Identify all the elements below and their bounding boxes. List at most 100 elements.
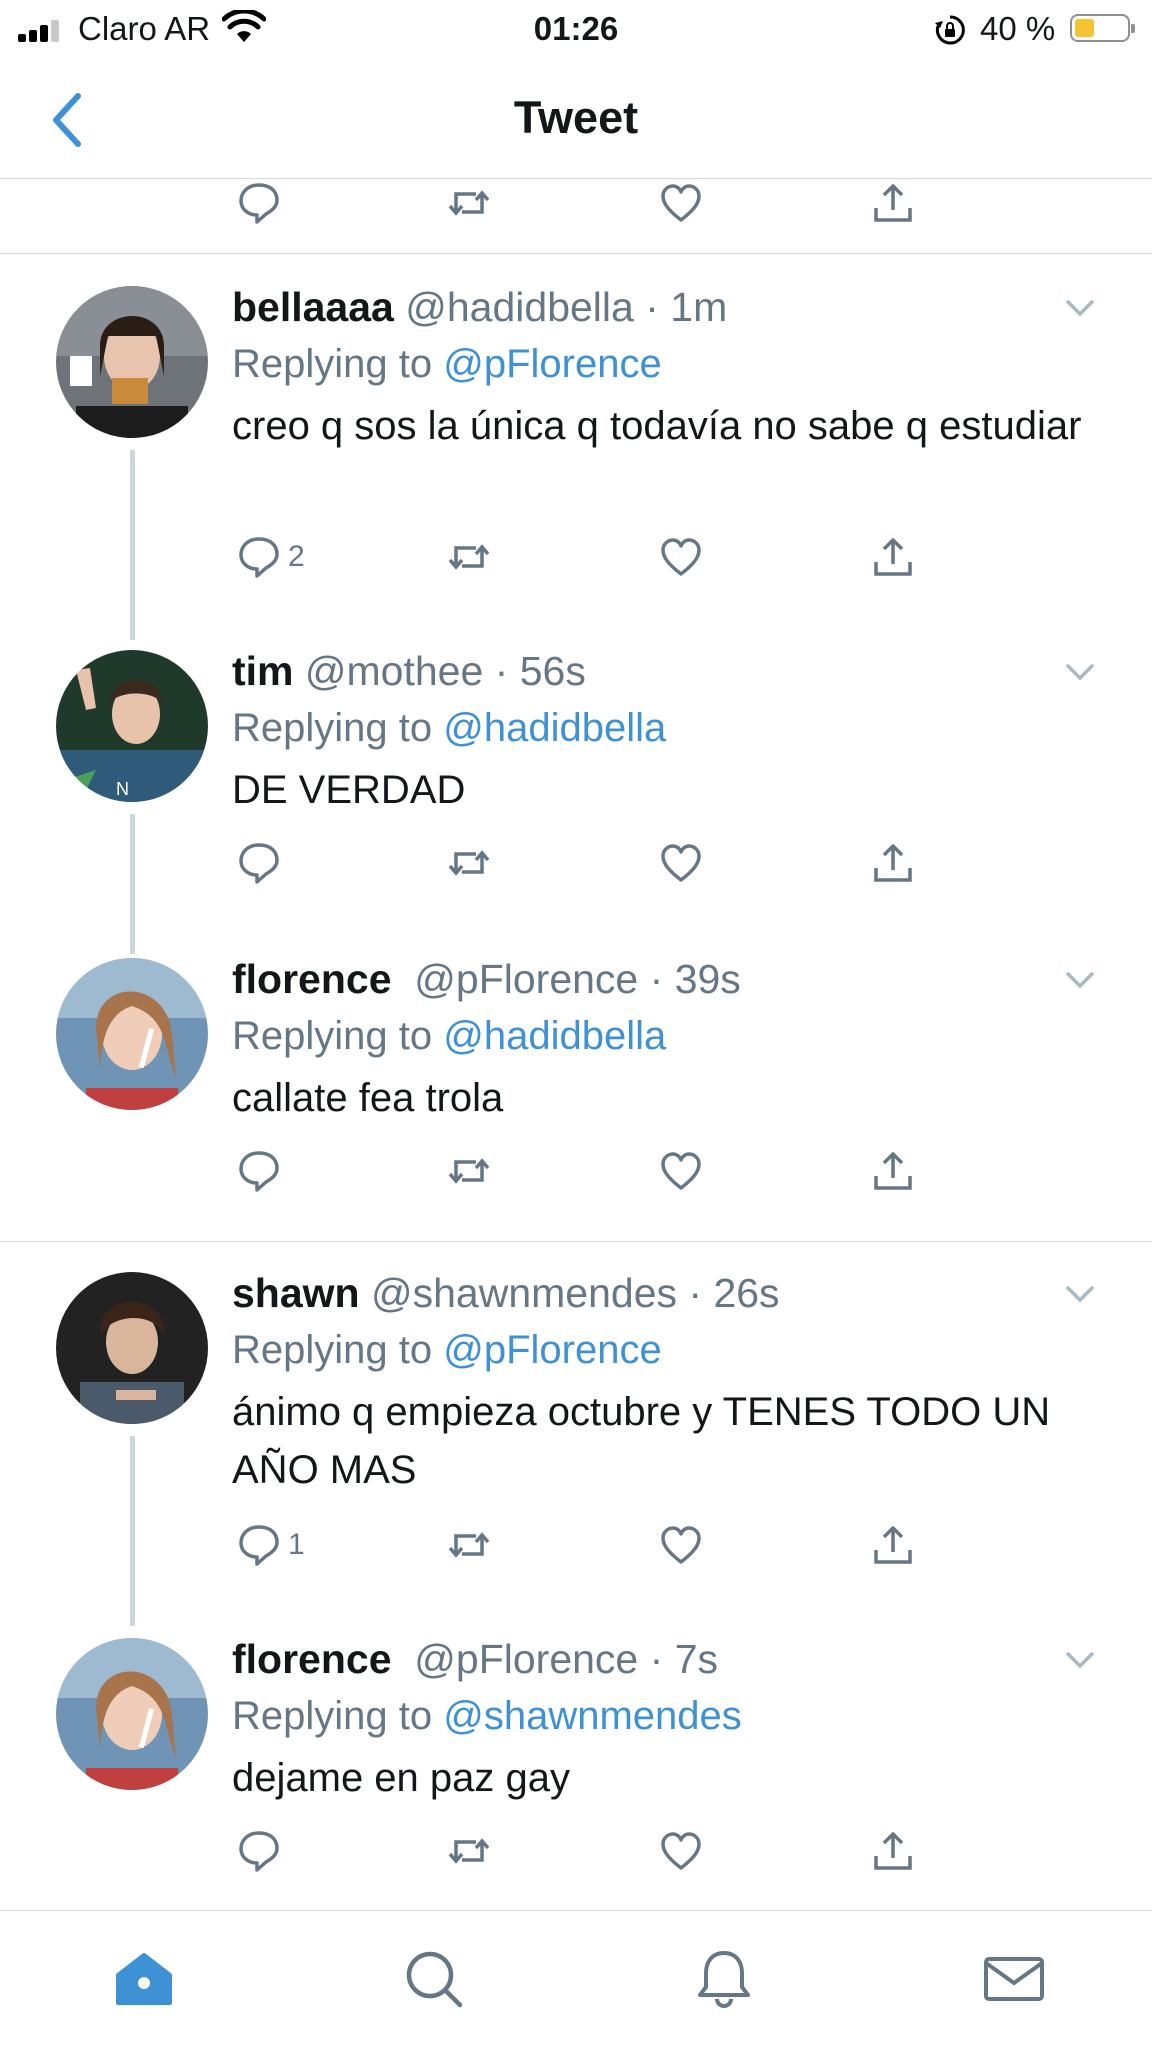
reply-button[interactable]	[236, 1828, 282, 1874]
tweet[interactable]: bellaaaa @hadidbella · 1m Replying to @p…	[0, 254, 1152, 640]
chevron-down-icon[interactable]	[1060, 652, 1100, 692]
share-icon	[870, 1148, 916, 1194]
chevron-down-icon[interactable]	[1060, 1640, 1100, 1680]
like-button[interactable]	[658, 840, 704, 886]
handle[interactable]: @shawnmendes	[371, 1270, 677, 1316]
like-button[interactable]	[658, 1148, 704, 1194]
share-button[interactable]	[870, 840, 916, 886]
status-bar: Claro AR 01:26 40 %	[0, 0, 1152, 60]
tweet-actions	[0, 1148, 1152, 1242]
retweet-icon	[446, 180, 492, 226]
like-button[interactable]	[658, 534, 704, 580]
home-icon	[116, 1953, 172, 2005]
chevron-down-icon[interactable]	[1060, 1274, 1100, 1314]
tweet-text: ánimo q empieza octubre y TENES TODO UN …	[232, 1390, 1051, 1492]
heart-icon	[658, 1148, 704, 1194]
share-icon	[870, 840, 916, 886]
battery-icon	[1070, 14, 1135, 42]
handle[interactable]: @hadidbella	[405, 284, 634, 330]
retweet-icon	[446, 534, 492, 580]
handle[interactable]: @pFlorence	[414, 1636, 638, 1682]
mail-icon	[984, 1957, 1044, 2001]
tweet-actions	[0, 840, 1152, 928]
display-name[interactable]: bellaaaa	[232, 284, 394, 330]
rotation-lock-icon	[934, 14, 966, 51]
tab-notifications[interactable]	[692, 1947, 756, 2011]
tweet[interactable]: florence @pFlorence · 7s Replying to @sh…	[0, 1608, 1152, 1828]
chevron-down-icon[interactable]	[1060, 288, 1100, 328]
mention-link[interactable]: @hadidbella	[443, 1014, 666, 1058]
tweet-header: shawn @shawnmendes · 26s	[232, 1270, 780, 1316]
retweet-button[interactable]	[446, 840, 492, 886]
retweet-icon	[446, 1522, 492, 1568]
share-button[interactable]	[870, 1828, 916, 1874]
share-button[interactable]	[870, 1522, 916, 1568]
heart-icon	[658, 1828, 704, 1874]
reply-button[interactable]	[236, 180, 282, 226]
tab-messages[interactable]	[982, 1947, 1046, 2011]
display-name[interactable]: shawn	[232, 1270, 360, 1316]
mention-link[interactable]: @hadidbella	[443, 706, 666, 750]
retweet-button[interactable]	[446, 1828, 492, 1874]
share-icon	[870, 1828, 916, 1874]
avatar[interactable]	[56, 286, 208, 438]
retweet-icon	[446, 1828, 492, 1874]
retweet-button[interactable]	[446, 1148, 492, 1194]
mention-link[interactable]: @shawnmendes	[443, 1694, 742, 1738]
share-icon	[870, 1522, 916, 1568]
replying-to: Replying to @hadidbella	[232, 706, 667, 750]
handle[interactable]: @mothee	[305, 648, 483, 694]
tweet[interactable]: shawn @shawnmendes · 26s Replying to @pF…	[0, 1242, 1152, 1626]
heart-icon	[658, 180, 704, 226]
handle[interactable]: @pFlorence	[414, 956, 638, 1002]
like-button[interactable]	[658, 1828, 704, 1874]
like-button[interactable]	[658, 180, 704, 226]
display-name[interactable]: tim	[232, 648, 294, 694]
tweet-text: creo q sos la única q todavía no sabe q …	[232, 404, 1082, 448]
tweet[interactable]: florence @pFlorence · 39s Replying to @h…	[0, 928, 1152, 1148]
retweet-button[interactable]	[446, 1522, 492, 1568]
reply-button[interactable]	[236, 840, 282, 886]
share-button[interactable]	[870, 534, 916, 580]
svg-text:N: N	[116, 779, 129, 799]
tweet-header: tim @mothee · 56s	[232, 648, 586, 694]
mention-link[interactable]: @pFlorence	[443, 1328, 661, 1372]
tab-bar	[0, 1910, 1152, 2049]
heart-icon	[658, 534, 704, 580]
avatar[interactable]: N	[56, 650, 208, 802]
timestamp: 1m	[670, 284, 728, 330]
tab-search[interactable]	[402, 1947, 466, 2011]
like-button[interactable]	[658, 1522, 704, 1568]
retweet-icon	[446, 1148, 492, 1194]
share-button[interactable]	[870, 180, 916, 226]
avatar[interactable]	[56, 1272, 208, 1424]
chevron-down-icon[interactable]	[1060, 960, 1100, 1000]
timestamp: 56s	[519, 648, 586, 694]
parent-tweet-actions	[0, 178, 1152, 254]
retweet-button[interactable]	[446, 534, 492, 580]
timestamp: 7s	[674, 1636, 718, 1682]
tweet-text: DE VERDAD	[232, 768, 466, 812]
share-icon	[870, 534, 916, 580]
tweet-header: florence @pFlorence · 7s	[232, 1636, 718, 1682]
tweet-actions: 1	[0, 1522, 1152, 1608]
display-name[interactable]: florence	[232, 956, 392, 1002]
retweet-button[interactable]	[446, 180, 492, 226]
mention-link[interactable]: @pFlorence	[443, 342, 661, 386]
avatar[interactable]	[56, 1638, 208, 1790]
display-name[interactable]: florence	[232, 1636, 392, 1682]
reply-icon	[236, 840, 282, 886]
replying-to: Replying to @hadidbella	[232, 1014, 667, 1058]
avatar[interactable]	[56, 958, 208, 1110]
replying-to: Replying to @pFlorence	[232, 1328, 662, 1372]
reply-button[interactable]: 2	[236, 534, 305, 580]
tweet[interactable]: N tim @mothee · 56s Replying to @hadidbe…	[0, 620, 1152, 954]
tweet-actions: 2	[0, 534, 1152, 620]
reply-button[interactable]	[236, 1148, 282, 1194]
reply-icon	[236, 1522, 282, 1568]
share-button[interactable]	[870, 1148, 916, 1194]
tweet-actions	[0, 1828, 1152, 1908]
reply-icon	[236, 1148, 282, 1194]
tab-home[interactable]	[112, 1947, 176, 2011]
reply-button[interactable]: 1	[236, 1522, 305, 1568]
